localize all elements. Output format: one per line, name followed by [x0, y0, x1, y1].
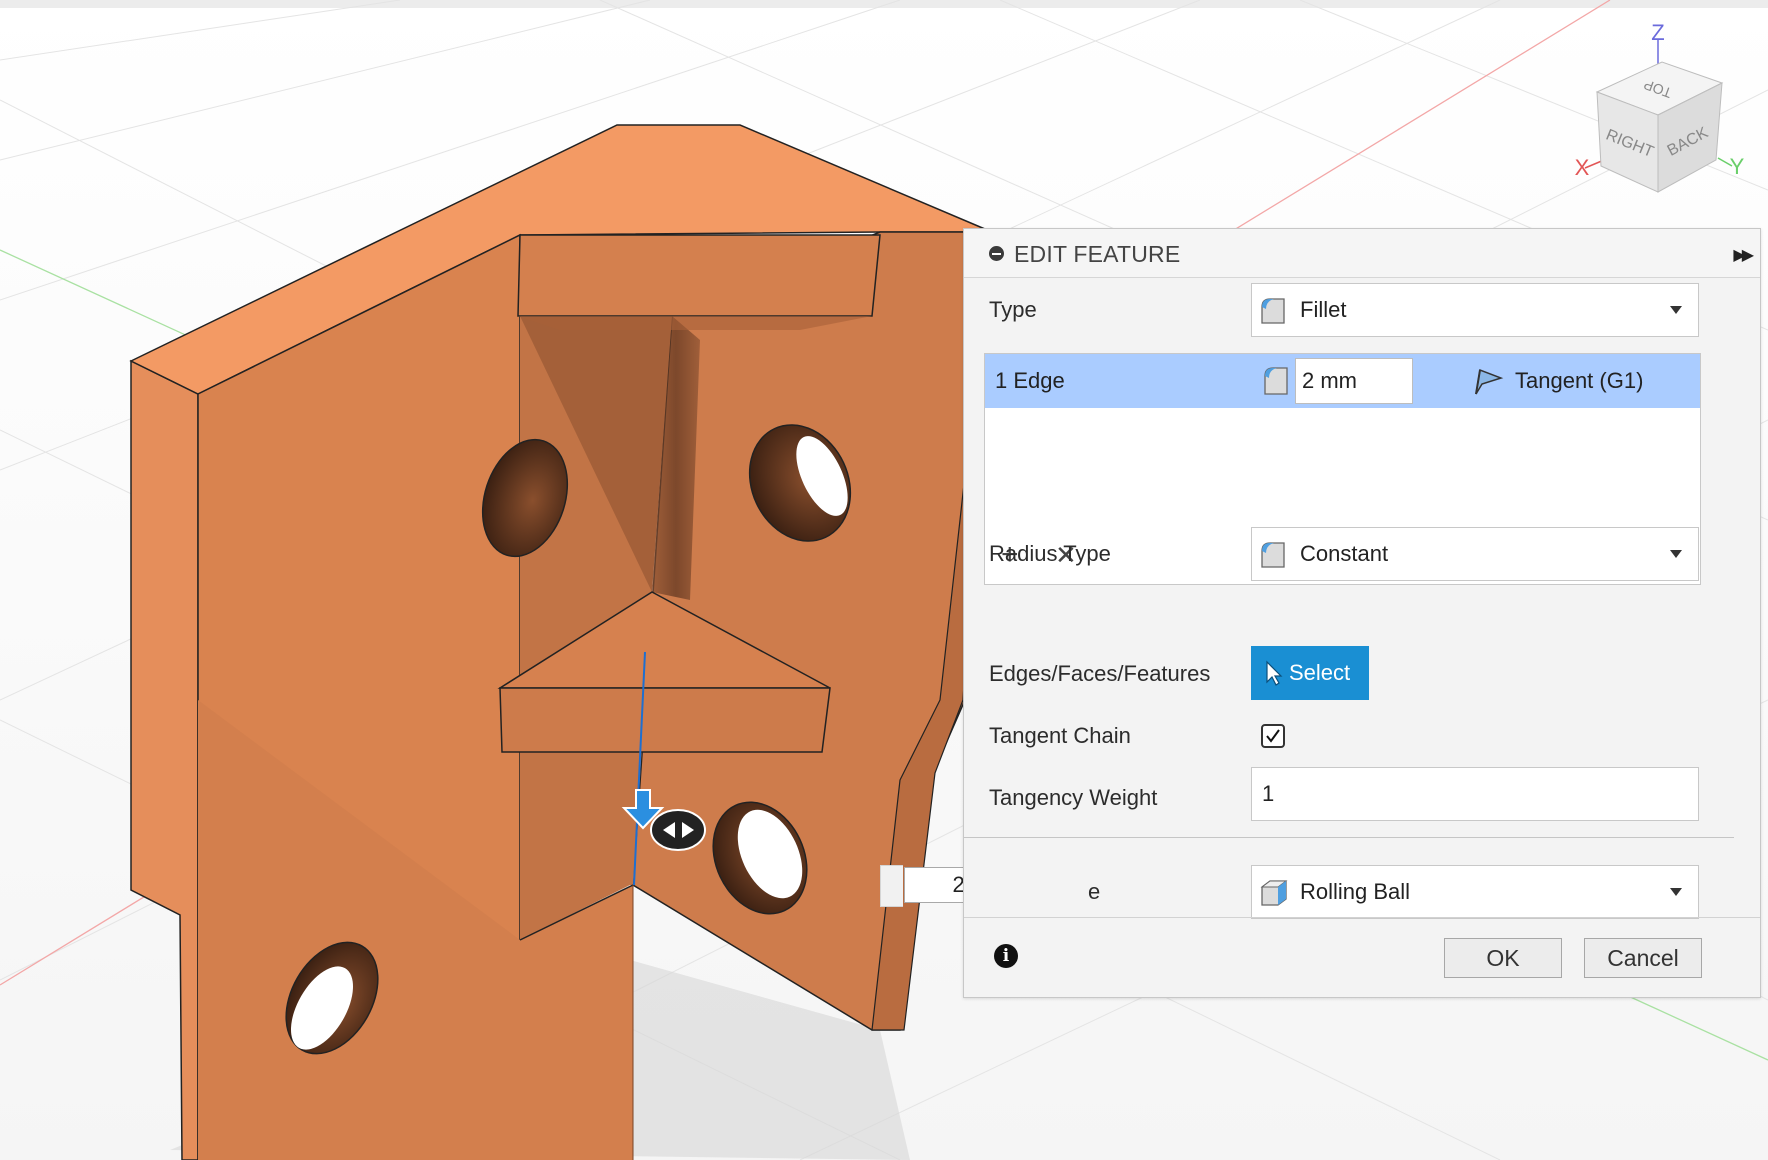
- tangency-weight-input[interactable]: 1: [1251, 767, 1699, 821]
- edge-name: 1 Edge: [995, 368, 1065, 393]
- fillet-radius-icon: [1264, 367, 1288, 395]
- fillet-icon: [1261, 298, 1285, 324]
- panel-header: EDIT FEATURE ▶▶: [964, 229, 1760, 278]
- panel-title: EDIT FEATURE: [1014, 241, 1181, 267]
- tangency-weight-label: Tangency Weight: [989, 785, 1158, 810]
- axis-x-label: X: [1575, 155, 1590, 180]
- floating-input-grip[interactable]: [880, 865, 903, 907]
- edge-radius-input[interactable]: 2 mm: [1295, 358, 1413, 404]
- check-icon: [1266, 729, 1280, 743]
- radius-type-dropdown[interactable]: Constant: [1251, 527, 1699, 581]
- axis-y-label: Y: [1730, 154, 1745, 179]
- tangent-continuity-icon: [1475, 368, 1504, 395]
- type-value: Fillet: [1300, 297, 1347, 322]
- selection-label: Edges/Faces/Features: [989, 661, 1211, 686]
- panel-divider: [964, 837, 1734, 838]
- type-dropdown[interactable]: Fillet: [1251, 283, 1699, 337]
- chevron-down-icon: [1670, 306, 1682, 314]
- corner-type-label: e: [1088, 879, 1101, 904]
- panel-footer: i OK Cancel: [964, 917, 1760, 998]
- top-rib-face[interactable]: [517, 234, 881, 317]
- corner-type-dropdown[interactable]: Rolling Ball: [1251, 865, 1699, 919]
- cancel-button[interactable]: Cancel: [1584, 938, 1702, 978]
- corner-type-value: Rolling Ball: [1300, 879, 1411, 904]
- radius-type-label: Radius Type: [989, 541, 1111, 566]
- radius-type-value: Constant: [1300, 541, 1389, 566]
- select-button-label: Select: [1289, 660, 1351, 685]
- rolling-ball-icon: [1260, 880, 1288, 906]
- type-label: Type: [989, 297, 1037, 322]
- cursor-arrow-icon: [1266, 660, 1283, 686]
- collapse-icon[interactable]: [989, 246, 1004, 261]
- tangent-chain-label: Tangent Chain: [989, 723, 1131, 748]
- tangent-chain-checkbox[interactable]: [1261, 724, 1285, 748]
- edge-continuity-value[interactable]: Tangent (G1): [1515, 368, 1643, 394]
- select-button[interactable]: Select: [1251, 646, 1369, 700]
- info-icon[interactable]: i: [994, 944, 1018, 968]
- edit-feature-panel: EDIT FEATURE ▶▶ Type Fillet 1 Edge 2 mm …: [963, 228, 1761, 998]
- ok-button[interactable]: OK: [1444, 938, 1562, 978]
- edge-row[interactable]: 1 Edge 2 mm Tangent (G1): [985, 354, 1700, 408]
- gusset-front[interactable]: [499, 687, 831, 753]
- expand-icon[interactable]: ▶▶: [1733, 245, 1754, 265]
- axis-z-label: Z: [1651, 20, 1664, 45]
- chevron-down-icon: [1670, 888, 1682, 896]
- top-strip: [0, 0, 1768, 8]
- chevron-down-icon: [1670, 550, 1682, 558]
- constant-radius-icon: [1261, 542, 1285, 568]
